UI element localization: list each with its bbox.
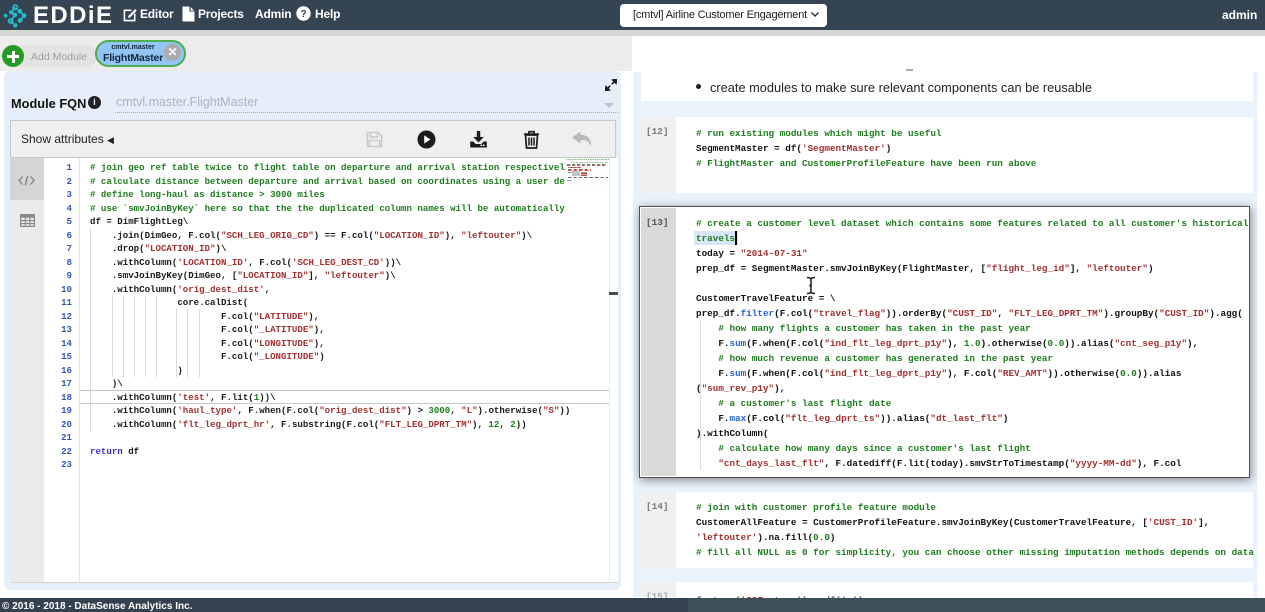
svg-text:?: ? (300, 9, 306, 20)
